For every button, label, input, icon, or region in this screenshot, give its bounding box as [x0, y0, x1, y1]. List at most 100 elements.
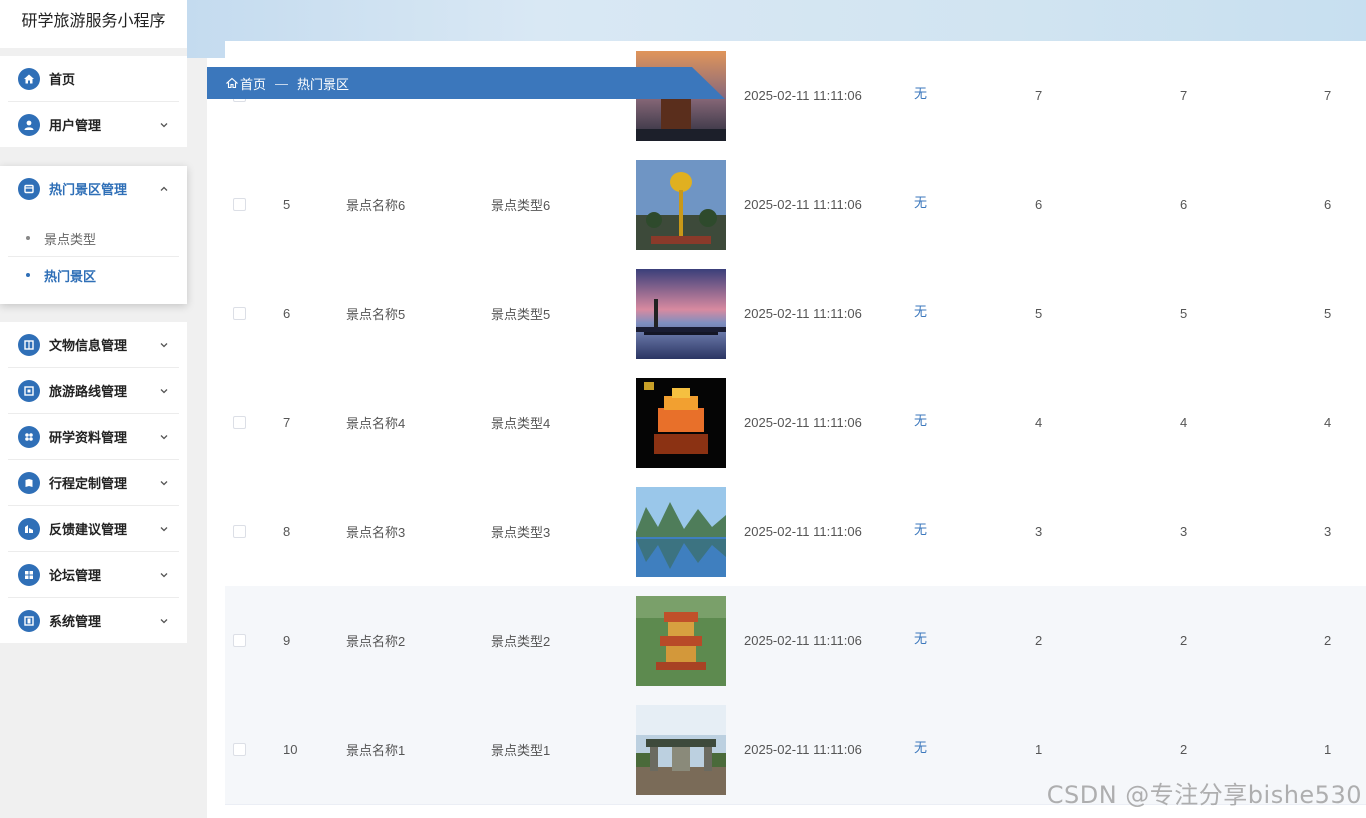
breadcrumb-home[interactable]: 首页	[240, 74, 266, 93]
sidebar-item-routes[interactable]: 旅游路线管理	[8, 368, 179, 414]
name-cell: 景点名称4	[346, 416, 406, 431]
table-row[interactable]: 9 景点名称2 景点类型2 2025-02-11 11:11:06 无 2 2 2	[225, 586, 1366, 696]
row-checkbox[interactable]	[233, 198, 246, 211]
name-cell: 景点名称5	[346, 307, 406, 322]
sidebar-item-feedback[interactable]: 反馈建议管理	[8, 506, 179, 552]
sidebar-item-materials[interactable]: 研学资料管理	[8, 414, 179, 460]
type-cell: 景点类型4	[491, 416, 551, 431]
view-link[interactable]: 无	[914, 301, 927, 320]
sidebar-top-menu: 首页 用户管理	[0, 56, 187, 147]
row-checkbox[interactable]	[233, 525, 246, 538]
chevron-down-icon	[157, 338, 171, 352]
link-cell[interactable]: 无	[914, 259, 927, 368]
main-content: 2025-02-11 11:11:06 无 7 7 7 5 景点名称6 景点类型6 2025-0…	[207, 41, 1366, 818]
app-title: 研学旅游服务小程序	[0, 0, 187, 48]
count-cell: 6	[1035, 197, 1043, 212]
time-cell: 2025-02-11 11:11:06	[744, 306, 862, 321]
time-cell: 2025-02-11 11:11:06	[744, 524, 862, 539]
table-row[interactable]: 7 景点名称4 景点类型4 2025-02-11 11:11:06 无 4 4 4	[225, 368, 1366, 478]
link-cell[interactable]: 无	[914, 41, 927, 150]
count-cell: 6	[1324, 197, 1332, 212]
time-cell: 2025-02-11 11:11:06	[744, 633, 862, 648]
id-cell: 7	[283, 415, 291, 430]
name-cell: 景点名称2	[346, 634, 406, 649]
breadcrumb-current: 热门景区	[297, 76, 350, 92]
checkbox-cell[interactable]	[233, 477, 246, 586]
chevron-down-icon	[157, 522, 171, 536]
scenic-image[interactable]	[636, 368, 726, 477]
sidebar-item-label: 首页	[49, 72, 76, 87]
link-cell[interactable]: 无	[914, 150, 927, 259]
sidebar-subitem-label: 热门景区	[44, 268, 97, 284]
table-row[interactable]: 8 景点名称3 景点类型3 2025-02-11 11:11:06 无 3 3 3	[225, 477, 1366, 587]
chevron-down-icon	[157, 568, 171, 582]
scenic-image[interactable]	[636, 259, 726, 368]
link-cell[interactable]: 无	[914, 368, 927, 477]
id-cell: 10	[283, 742, 298, 757]
sidebar-subitem-scenic-type[interactable]: 景点类型	[8, 220, 179, 257]
grid-icon	[18, 425, 40, 448]
link-cell[interactable]: 无	[914, 695, 927, 804]
table-row[interactable]: 5 景点名称6 景点类型6 2025-02-11 11:11:06 无 6 6 6	[225, 150, 1366, 260]
sidebar-item-relics[interactable]: 文物信息管理	[8, 322, 179, 368]
chevron-down-icon	[157, 384, 171, 398]
checkbox-cell[interactable]	[233, 368, 246, 477]
link-cell[interactable]: 无	[914, 586, 927, 695]
table-row[interactable]: 6 景点名称5 景点类型5 2025-02-11 11:11:06 无 5 5 5	[225, 259, 1366, 369]
sidebar-expanded-group: 热门景区管理 景点类型 热门景区	[0, 166, 187, 304]
view-link[interactable]: 无	[914, 83, 927, 102]
sidebar-item-system[interactable]: 系统管理	[8, 598, 179, 643]
chevron-down-icon	[157, 430, 171, 444]
row-checkbox[interactable]	[233, 743, 246, 756]
view-link[interactable]: 无	[914, 192, 927, 211]
row-checkbox[interactable]	[233, 307, 246, 320]
link-cell[interactable]: 无	[914, 477, 927, 586]
count-cell: 5	[1180, 306, 1188, 321]
sidebar-item-label: 反馈建议管理	[49, 522, 128, 537]
sidebar-item-home[interactable]: 首页	[8, 56, 179, 102]
sidebar-item-label: 旅游路线管理	[49, 384, 128, 399]
count-cell: 4	[1324, 415, 1332, 430]
checkbox-cell[interactable]	[233, 586, 246, 695]
forum-icon	[18, 563, 40, 586]
type-cell: 景点类型3	[491, 525, 551, 540]
breadcrumb-separator: —	[275, 75, 289, 91]
count-cell: 4	[1035, 415, 1043, 430]
user-icon	[18, 113, 40, 136]
sidebar-item-scenic[interactable]: 热门景区管理	[8, 166, 179, 211]
view-link[interactable]: 无	[914, 410, 927, 429]
count-cell: 7	[1324, 88, 1332, 103]
view-link[interactable]: 无	[914, 628, 927, 647]
chevron-down-icon	[157, 118, 171, 132]
count-cell: 6	[1180, 197, 1188, 212]
sidebar-item-label: 系统管理	[49, 614, 102, 629]
sidebar-item-label: 热门景区管理	[49, 182, 128, 197]
row-checkbox[interactable]	[233, 416, 246, 429]
scenic-image[interactable]	[636, 477, 726, 586]
count-cell: 2	[1180, 633, 1188, 648]
name-cell: 景点名称1	[346, 743, 406, 758]
scenic-image[interactable]	[636, 586, 726, 695]
type-cell: 景点类型6	[491, 198, 551, 213]
scenic-image[interactable]	[636, 150, 726, 259]
checkbox-cell[interactable]	[233, 695, 246, 804]
checkbox-cell[interactable]	[233, 150, 246, 259]
watermark: CSDN @专注分享bishe530	[1046, 781, 1362, 809]
count-cell: 2	[1035, 633, 1043, 648]
sidebar-item-label: 论坛管理	[49, 568, 102, 583]
time-cell: 2025-02-11 11:11:06	[744, 415, 862, 430]
view-link[interactable]: 无	[914, 737, 927, 756]
sidebar-item-forum[interactable]: 论坛管理	[8, 552, 179, 598]
row-checkbox[interactable]	[233, 634, 246, 647]
sidebar-item-users[interactable]: 用户管理	[8, 102, 179, 147]
id-cell: 9	[283, 633, 291, 648]
count-cell: 4	[1180, 415, 1188, 430]
sidebar-item-label: 用户管理	[49, 118, 102, 133]
checkbox-cell[interactable]	[233, 259, 246, 368]
scenic-image[interactable]	[636, 695, 726, 804]
sidebar-subitem-hot-scenic[interactable]: 热门景区	[8, 257, 179, 293]
feedback-icon	[18, 517, 40, 540]
sidebar-item-itinerary[interactable]: 行程定制管理	[8, 460, 179, 506]
time-cell: 2025-02-11 11:11:06	[744, 742, 862, 757]
view-link[interactable]: 无	[914, 519, 927, 538]
